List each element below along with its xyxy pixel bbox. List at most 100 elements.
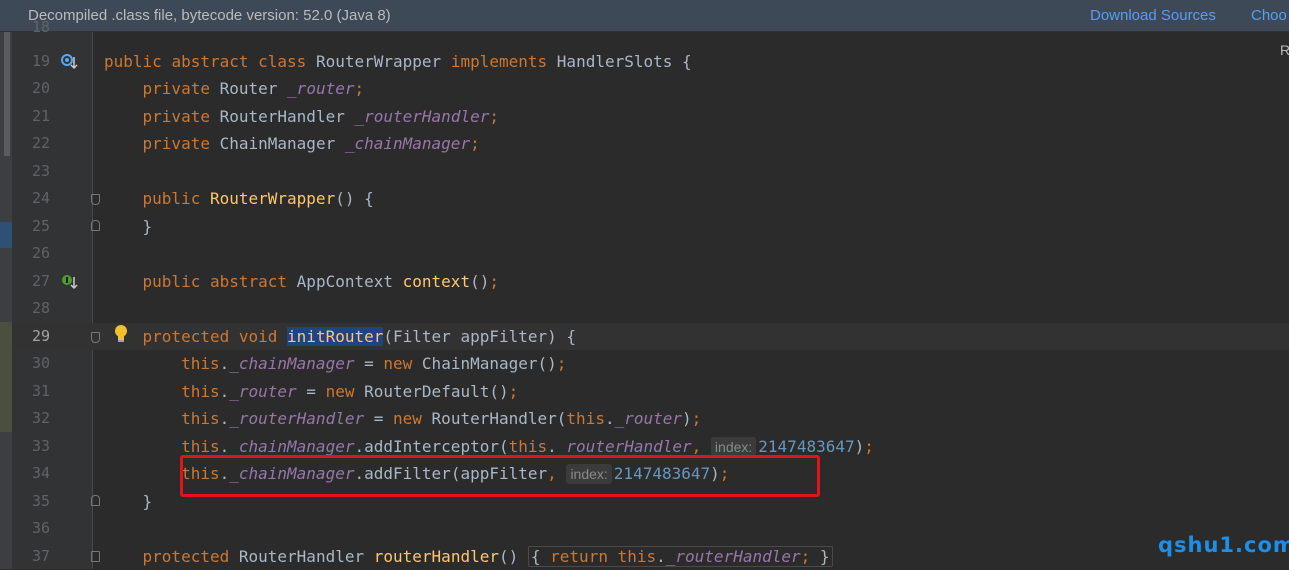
code-line[interactable]: 23 <box>12 158 1289 185</box>
type-name: AppContext <box>296 271 393 291</box>
code-line[interactable]: 22 private ChainManager _chainManager; <box>12 130 1289 157</box>
fold-end-icon[interactable] <box>91 494 100 506</box>
fold-end-icon[interactable] <box>91 219 100 231</box>
keyword: new <box>383 354 413 373</box>
line-number: 27 <box>31 271 50 290</box>
folded-region-icon[interactable] <box>91 550 100 562</box>
keyword: return <box>550 546 608 566</box>
line-number: 35 <box>31 491 50 510</box>
keyword: abstract <box>209 271 288 291</box>
keyword: this <box>181 381 220 401</box>
line-number: 25 <box>31 216 50 235</box>
line-number: 18 <box>31 21 50 34</box>
code-line[interactable]: 18 <box>12 21 1289 34</box>
keyword: public <box>142 189 201 208</box>
keyword: this <box>617 546 657 566</box>
keyword: public <box>142 271 201 291</box>
line-number: 31 <box>31 381 50 400</box>
keyword: private <box>142 79 210 98</box>
line-number: 33 <box>31 436 50 455</box>
line-number: 37 <box>31 546 50 565</box>
type-name: RouterDefault <box>364 381 490 401</box>
line-number: 21 <box>31 106 50 125</box>
keyword: public <box>104 51 162 71</box>
code-line[interactable]: 28 <box>12 295 1289 322</box>
left-window-edge <box>0 32 12 569</box>
left-scrollbar-thumb[interactable] <box>4 32 10 156</box>
red-highlight-box <box>180 455 820 497</box>
line-number: 30 <box>31 354 50 372</box>
line-number: 23 <box>31 161 50 180</box>
keyword: class <box>258 51 307 71</box>
keyword: this <box>181 436 220 456</box>
keyword: this <box>566 409 605 428</box>
field-name: _routerHandler <box>354 106 490 126</box>
line-number: 34 <box>31 464 50 482</box>
code-line[interactable]: 20 private Router _router; <box>12 75 1289 102</box>
keyword: abstract <box>171 51 249 71</box>
folded-body[interactable]: { return this._routerHandler; } <box>527 545 833 567</box>
line-number: 24 <box>31 189 50 207</box>
keyword: protected <box>142 546 230 566</box>
left-background-region <box>0 322 12 432</box>
type-name: ChainManager <box>219 134 336 153</box>
code-line[interactable]: 27 public abstract AppContext context(); <box>12 268 1289 295</box>
number-literal: 2147483647 <box>758 436 855 456</box>
code-line[interactable]: 21 private RouterHandler _routerHandler; <box>12 103 1289 130</box>
field-name: _chainManager <box>229 354 355 373</box>
field-name: _router <box>287 79 355 98</box>
code-line[interactable]: 31 this._router = new RouterDefault(); <box>12 378 1289 405</box>
field-name: _chainManager <box>229 436 355 456</box>
field-name: _routerHandler <box>556 436 692 456</box>
line-number: 20 <box>31 79 50 97</box>
implementing-method-icon[interactable] <box>60 273 78 295</box>
fold-marker-icon[interactable] <box>91 194 100 205</box>
implemented-method-icon[interactable] <box>60 53 78 75</box>
line-number: 36 <box>31 519 50 537</box>
code-line[interactable]: 37 protected RouterHandler routerHandler… <box>12 543 1289 570</box>
line-number: 32 <box>31 409 50 427</box>
field-name: _router <box>229 381 297 401</box>
keyword: private <box>142 134 210 153</box>
type-name: Router <box>219 79 278 98</box>
code-line[interactable]: 36 <box>12 515 1289 542</box>
class-name: RouterWrapper <box>315 51 442 71</box>
method-name: context <box>402 271 471 291</box>
code-line[interactable]: 26 <box>12 240 1289 267</box>
line-number: 22 <box>31 134 50 152</box>
keyword: new <box>393 409 422 428</box>
type-name: RouterHandler <box>431 409 557 428</box>
method-name: RouterWrapper <box>209 189 336 208</box>
current-code-line[interactable]: 29 protected void initRouter(Filter appF… <box>12 322 1289 350</box>
method-call: addInterceptor <box>364 436 499 456</box>
watermark: qshu1.com <box>1158 533 1289 557</box>
line-number: 26 <box>31 244 50 262</box>
code-line[interactable]: 19 public abstract class RouterWrapper i… <box>12 48 1289 75</box>
interface-name: HandlerSlots <box>556 51 673 71</box>
type-name: RouterHandler <box>219 106 345 126</box>
keyword: private <box>142 106 210 126</box>
type-name: Filter <box>393 326 451 346</box>
type-name: ChainManager <box>421 354 538 373</box>
line-number: 28 <box>31 299 50 317</box>
field-name: _router <box>614 409 683 428</box>
keyword: this <box>181 409 220 428</box>
selected-method-name: initRouter <box>287 326 384 346</box>
line-number: 29 <box>31 326 50 345</box>
code-line[interactable]: 32 this._routerHandler = new RouterHandl… <box>12 405 1289 432</box>
keyword: this <box>181 354 220 373</box>
method-name: routerHandler <box>373 546 499 566</box>
keyword: protected <box>142 326 230 346</box>
code-line[interactable]: 25 } <box>12 213 1289 240</box>
line-number: 19 <box>31 51 50 70</box>
parameter-hint: index: <box>710 436 757 457</box>
keyword: this <box>508 436 548 456</box>
type-name: RouterHandler <box>238 546 365 566</box>
keyword: void <box>238 326 278 346</box>
keyword: implements <box>450 51 548 71</box>
code-line[interactable]: 30 this._chainManager = new ChainManager… <box>12 350 1289 377</box>
field-name: _routerHandler <box>229 409 365 428</box>
fold-marker-icon[interactable] <box>91 331 100 343</box>
code-line[interactable]: 24 public RouterWrapper() { <box>12 185 1289 212</box>
field-name: _routerHandler <box>665 546 801 566</box>
